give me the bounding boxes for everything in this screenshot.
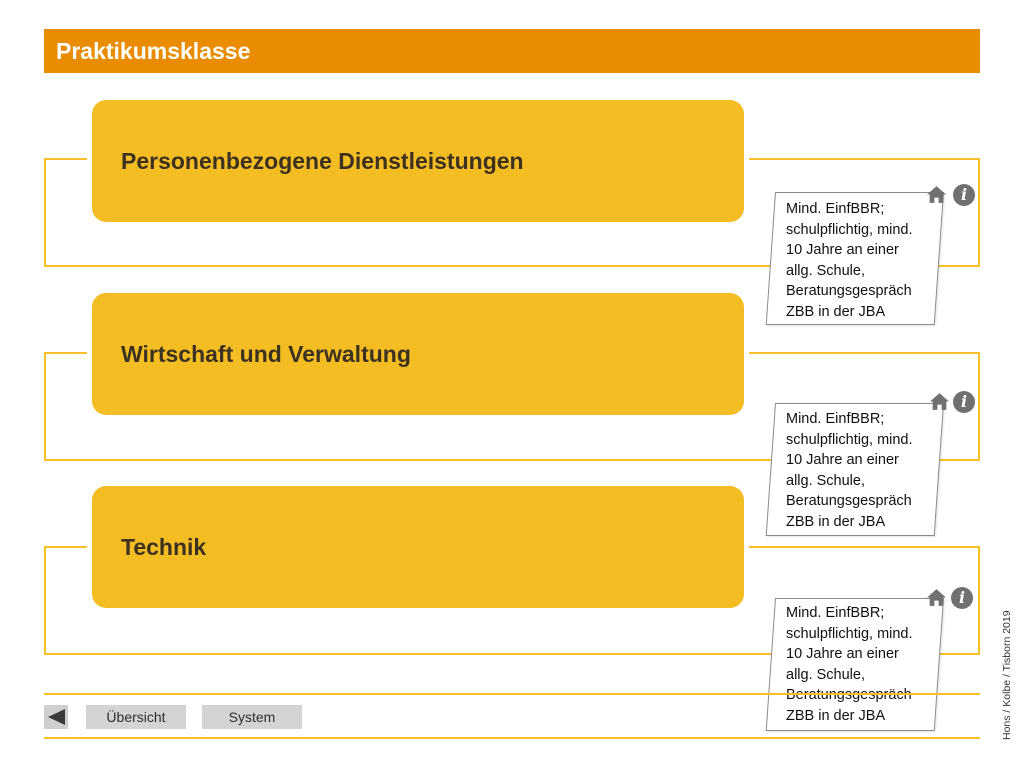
note-text: Mind. EinfBBR; schulpflichtig, mind. 10 … [786, 605, 913, 724]
category-box-wirtschaft[interactable]: Wirtschaft und Verwaltung [92, 293, 744, 415]
system-button[interactable]: System [202, 705, 302, 729]
slide: Praktikumsklasse Personenbezogene Dienst… [0, 0, 1024, 768]
note-text: Mind. EinfBBR; schulpflichtig, mind. 10 … [786, 201, 913, 320]
page-title: Praktikumsklasse [44, 29, 980, 73]
home-icon[interactable] [929, 391, 950, 412]
category-box-dienstleistungen[interactable]: Personenbezogene Dienstleistungen [92, 100, 744, 222]
footer-divider-bottom [44, 737, 980, 739]
category-box-technik[interactable]: Technik [92, 486, 744, 608]
info-icon[interactable]: i [953, 391, 975, 413]
home-icon[interactable] [926, 184, 947, 205]
arrow-left-icon [48, 709, 65, 725]
home-icon[interactable] [926, 587, 947, 608]
note-text: Mind. EinfBBR; schulpflichtig, mind. 10 … [786, 411, 913, 530]
credit-text: Hons / Kolbe / Tisborn 2019 [1001, 610, 1013, 740]
category-label: Wirtschaft und Verwaltung [121, 340, 411, 367]
info-icon[interactable]: i [951, 587, 973, 609]
info-icon[interactable]: i [953, 184, 975, 206]
category-label: Technik [121, 533, 207, 560]
footer-divider-top [44, 693, 980, 695]
overview-button[interactable]: Übersicht [86, 705, 186, 729]
category-label: Personenbezogene Dienstleistungen [121, 147, 524, 174]
